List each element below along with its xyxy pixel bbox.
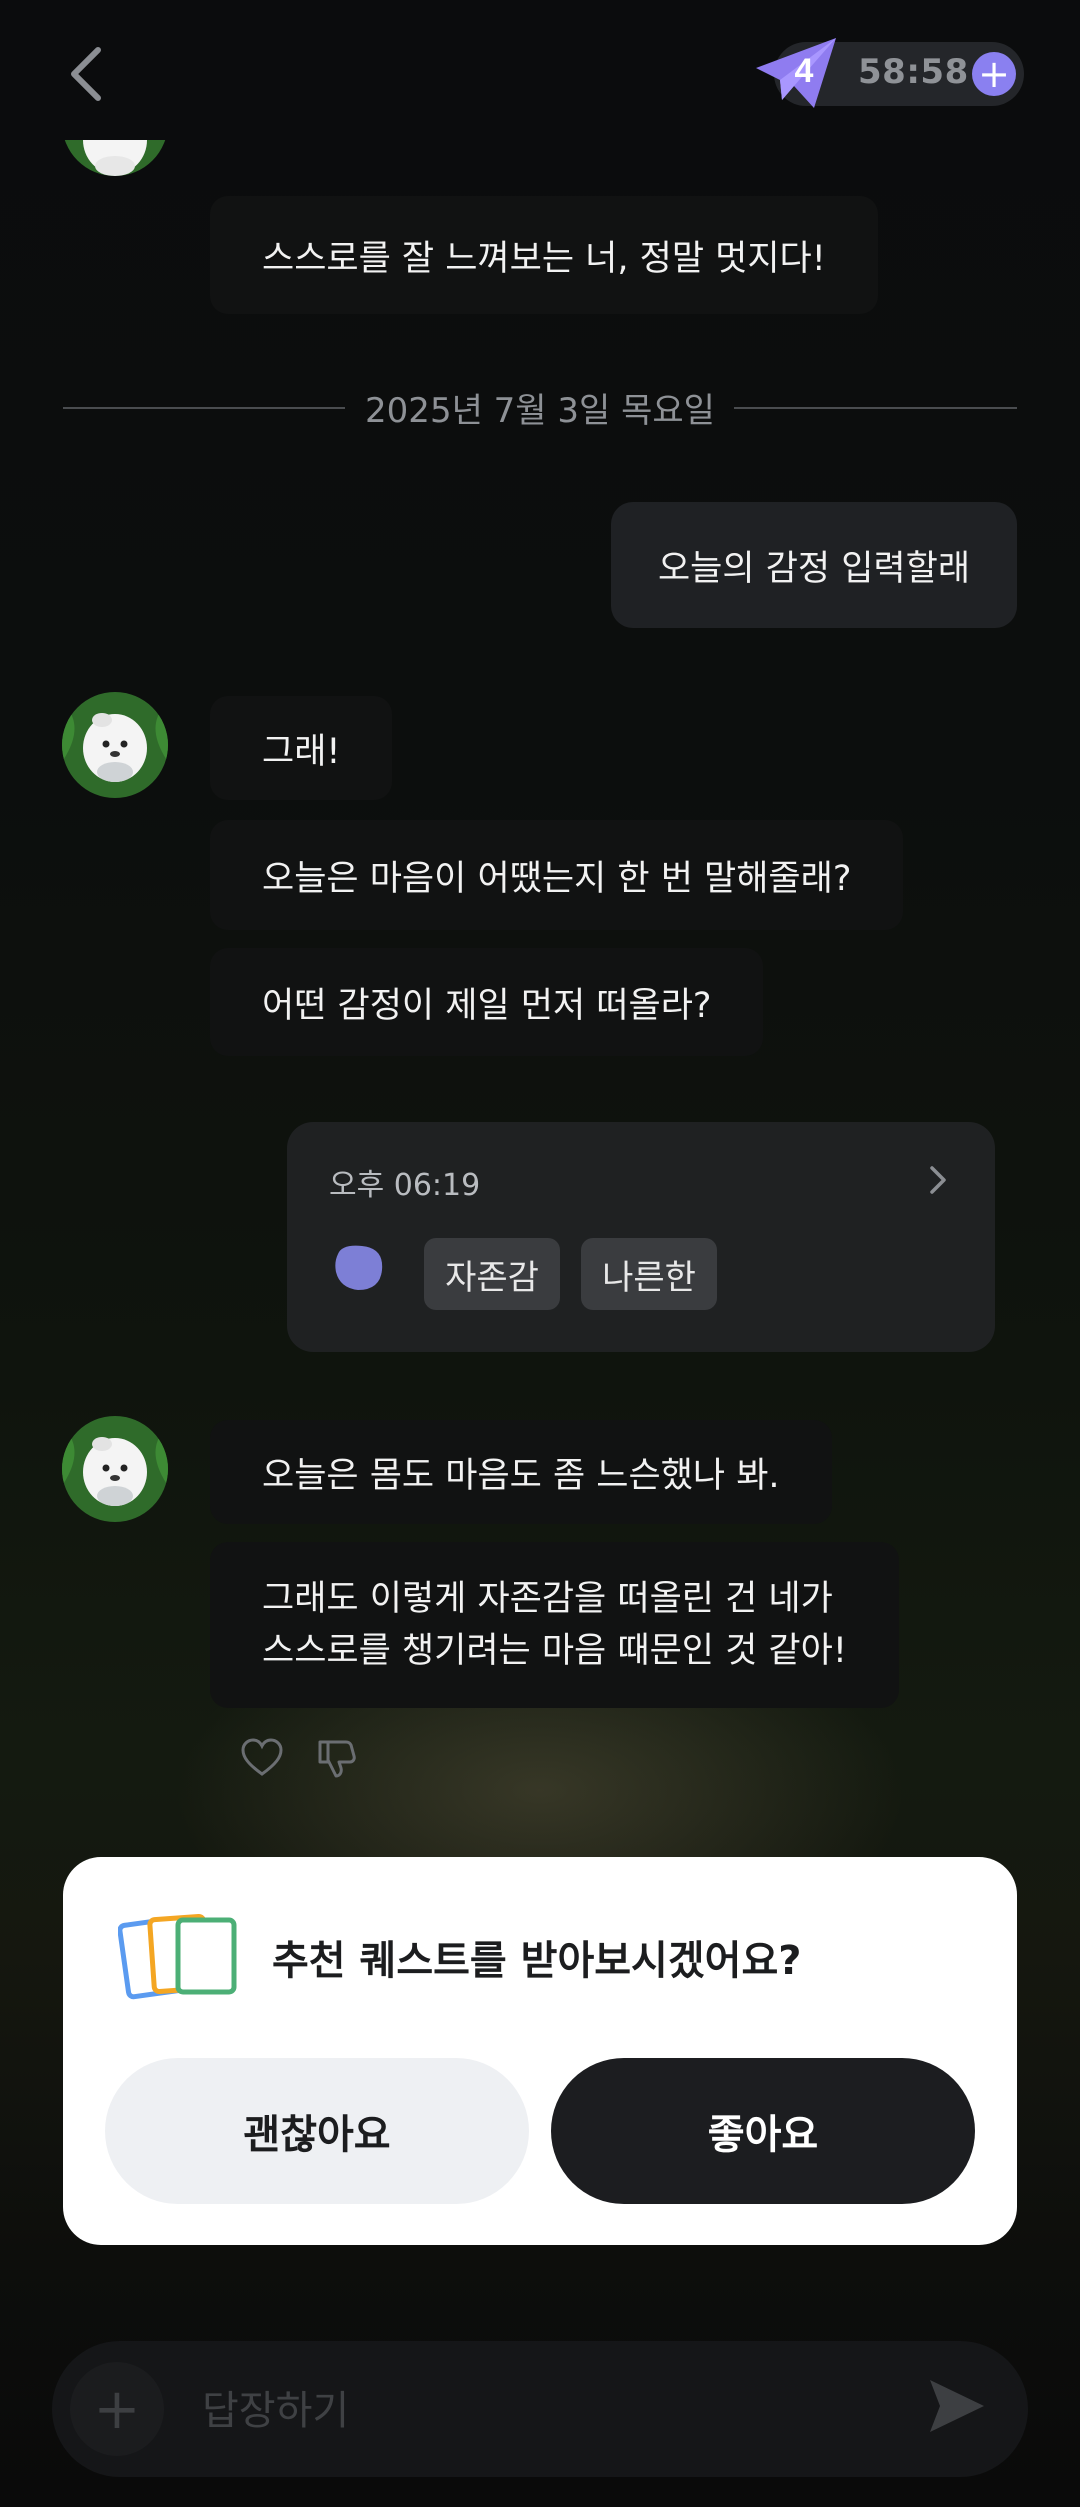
paper-plane-icon: 4 [756, 38, 836, 108]
bot-message-bubble: 스스로를 잘 느껴보는 너, 정말 멋지다! [210, 196, 878, 314]
bot-message-text: 오늘은 몸도 마음도 좀 느슨했나 봐. [262, 1455, 780, 1496]
add-time-button[interactable]: + [972, 52, 1016, 96]
mood-record-time: 오후 06:19 [329, 1168, 481, 1203]
send-icon[interactable] [926, 2376, 988, 2436]
decline-button[interactable]: 괜찮아요 [105, 2058, 529, 2204]
attach-plus-button[interactable]: + [70, 2362, 164, 2456]
emotion-tag-label: 자존감 [445, 1257, 539, 1298]
bot-message-text: 오늘은 마음이 어땠는지 한 번 말해줄래? [262, 858, 852, 899]
bot-message-bubble: 그래도 이렇게 자존감을 떠올린 건 네가 스스로를 챙기려는 마음 때문인 것… [210, 1542, 899, 1708]
bot-message-text: 그래! [262, 731, 341, 772]
bot-character-icon [62, 692, 168, 798]
chevron-right-icon[interactable] [922, 1160, 952, 1200]
bot-message-bubble: 오늘은 마음이 어땠는지 한 번 말해줄래? [210, 820, 904, 930]
like-heart-icon[interactable] [240, 1736, 284, 1780]
user-message-text: 오늘의 감정 입력할래 [657, 548, 971, 589]
timer-text: 58:58 [858, 52, 969, 92]
bot-message-text-line: 그래도 이렇게 자존감을 떠올린 건 네가 [262, 1579, 833, 1619]
bot-message-text: 스스로를 잘 느껴보는 너, 정말 멋지다! [262, 238, 826, 279]
quest-count-badge: 4 [795, 52, 814, 90]
bot-message-text: 어떤 감정이 제일 먼저 떠올라? [262, 985, 712, 1026]
mood-color-blob-icon [335, 1245, 383, 1290]
bot-message-bubble: 그래! [210, 696, 393, 800]
bot-avatar[interactable] [62, 692, 168, 798]
reply-input[interactable] [200, 2380, 904, 2442]
mood-record-card[interactable] [287, 1122, 995, 1352]
accept-button[interactable]: 좋아요 [551, 2058, 975, 2204]
back-chevron-icon[interactable] [62, 44, 112, 104]
bot-message-bubble: 어떤 감정이 제일 먼저 떠올라? [210, 948, 764, 1056]
dislike-thumb-icon[interactable] [314, 1736, 358, 1780]
quest-modal-message: 추천 퀘스트를 받아보시겠어요? [272, 1938, 802, 1984]
bot-message-text-line: 스스로를 챙기려는 마음 때문인 것 같아! [262, 1631, 847, 1671]
emotion-tag-label: 나른한 [602, 1257, 696, 1298]
bot-message-bubble: 오늘은 몸도 마음도 좀 느슨했나 봐. [210, 1420, 832, 1524]
user-message-bubble: 오늘의 감정 입력할래 [611, 502, 1017, 628]
emotion-tag: 나른한 [581, 1238, 717, 1310]
bot-character-icon [62, 1416, 168, 1522]
emotion-tag: 자존감 [424, 1238, 560, 1310]
date-divider: 2025년 7월 3일 목요일 [365, 391, 715, 431]
bot-avatar[interactable] [62, 1416, 168, 1522]
quest-cards-icon [118, 1914, 237, 2000]
